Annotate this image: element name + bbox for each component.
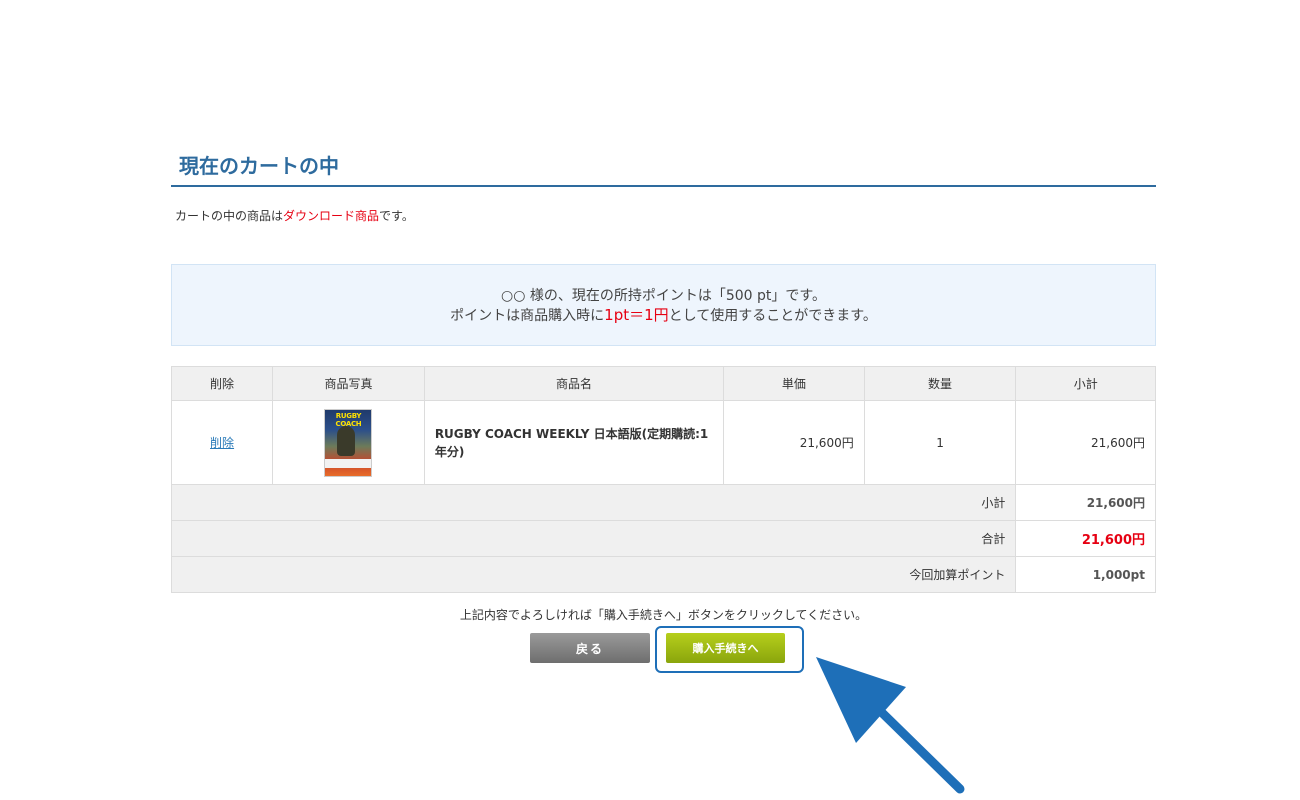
title-divider	[171, 185, 1156, 187]
summary-value: 1,000pt	[1015, 556, 1156, 593]
header-subtotal: 小計	[1015, 366, 1156, 401]
summary-row-points: 今回加算ポイント 1,000pt	[170, 556, 1156, 593]
thumbnail-band	[325, 458, 372, 468]
cell-delete: 削除	[170, 400, 274, 485]
point-info-box: ○○ 様の、現在の所持ポイントは「500 pt」です。 ポイントは商品購入時に1…	[171, 264, 1156, 346]
instructions-text: 上記内容でよろしければ「購入手続きへ」ボタンをクリックしてください。	[459, 608, 868, 622]
cell-quantity: 1	[863, 400, 1017, 485]
thumbnail-figure	[337, 425, 356, 456]
cell-photo: RUGBY COACH	[272, 400, 425, 485]
cell-product-name: RUGBY COACH WEEKLY 日本語版(定期購読:1年分)	[423, 400, 725, 485]
point-line-2-prefix: ポイントは商品購入時に	[450, 308, 605, 324]
arrow-head	[816, 657, 906, 743]
point-line-2-suffix: として使用することができます。	[668, 308, 877, 324]
note-prefix: カートの中の商品は	[175, 209, 284, 223]
header-name: 商品名	[423, 366, 725, 401]
arrow-pointer-icon	[816, 657, 965, 794]
table-header-row: 削除 商品写真 商品名 単価 数量 小計	[170, 366, 1156, 401]
cell-subtotal: 21,600円	[1015, 400, 1156, 485]
cart-note: カートの中の商品はダウンロード商品です。	[175, 207, 414, 224]
point-rate: 1pt＝1円	[604, 306, 669, 324]
summary-label: 小計	[170, 484, 1017, 521]
note-highlight: ダウンロード商品	[283, 209, 380, 223]
back-button[interactable]: 戻る	[530, 633, 650, 663]
product-thumbnail[interactable]: RUGBY COACH	[324, 408, 373, 477]
summary-row-total: 合計 21,600円	[170, 520, 1156, 557]
page-title: 現在のカートの中	[179, 154, 339, 178]
point-line-1: ○○ 様の、現在の所持ポイントは「500 pt」です。	[500, 288, 827, 304]
summary-label: 合計	[170, 520, 1017, 557]
point-line-2: ポイントは商品購入時に1pt＝1円として使用することができます。	[172, 306, 1155, 326]
header-photo: 商品写真	[272, 366, 425, 401]
thumbnail-title: RUGBY COACH	[335, 411, 362, 428]
header-delete: 削除	[170, 366, 274, 401]
summary-value: 21,600円	[1015, 484, 1156, 521]
cell-unit-price: 21,600円	[723, 400, 865, 485]
cart-table: 削除 商品写真 商品名 単価 数量 小計 削除 RUGBY COACH RUGB…	[170, 366, 1156, 593]
delete-link[interactable]: 削除	[210, 436, 234, 450]
header-quantity: 数量	[863, 366, 1017, 401]
summary-row-subtotal: 小計 21,600円	[170, 484, 1156, 521]
header-price: 単価	[723, 366, 865, 401]
proceed-to-checkout-button[interactable]: 購入手続きへ	[666, 633, 785, 663]
table-row: 削除 RUGBY COACH RUGBY COACH WEEKLY 日本語版(定…	[170, 400, 1156, 485]
note-suffix: です。	[379, 209, 414, 223]
summary-label: 今回加算ポイント	[170, 556, 1017, 593]
summary-value: 21,600円	[1015, 520, 1156, 557]
